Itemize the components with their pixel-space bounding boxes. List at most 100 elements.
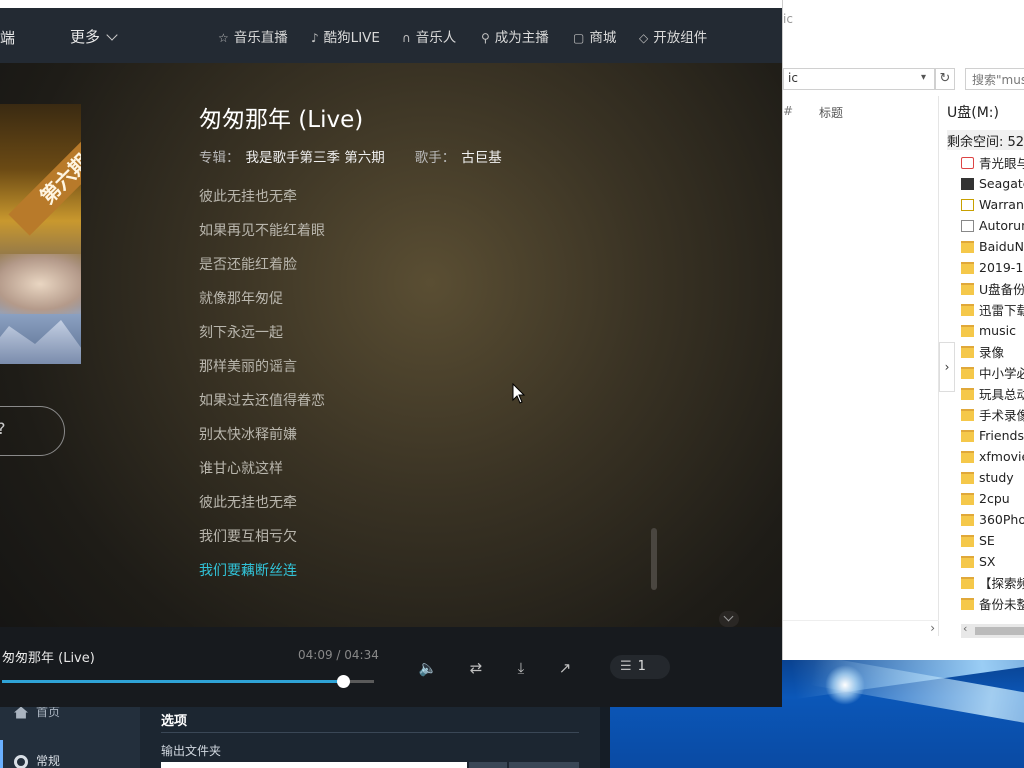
share-icon[interactable]: ↗ bbox=[555, 658, 575, 678]
open-folder-button[interactable] bbox=[509, 762, 579, 768]
lyric-line: 如果过去还值得眷恋 bbox=[199, 393, 325, 409]
list-item[interactable]: 【探索频 bbox=[961, 572, 1024, 593]
list-item[interactable]: 手术录像 bbox=[961, 404, 1024, 425]
volume-icon[interactable]: 🔈 bbox=[418, 658, 438, 678]
nav-item-4[interactable]: ▢ 商城 bbox=[573, 26, 616, 46]
list-item[interactable]: 备份未整 bbox=[961, 593, 1024, 614]
list-item[interactable]: 青光眼与 bbox=[961, 152, 1024, 173]
folder-icon bbox=[961, 471, 974, 484]
folder-icon bbox=[961, 429, 974, 442]
singer-link[interactable]: 古巨基 bbox=[461, 150, 502, 166]
nav-item-0[interactable]: ☆ 音乐直播 bbox=[218, 26, 288, 46]
file-icon bbox=[961, 177, 974, 190]
lyric-line: 如果再见不能红着眼 bbox=[199, 223, 325, 239]
progress-bar[interactable] bbox=[2, 675, 374, 688]
horizontal-scrollbar[interactable]: › bbox=[783, 620, 939, 636]
column-header-number[interactable]: # bbox=[783, 104, 793, 118]
file-icon bbox=[961, 198, 974, 211]
progress-fill bbox=[2, 680, 344, 683]
folder-icon bbox=[961, 282, 974, 295]
sidebar-item-general[interactable]: 常规 bbox=[14, 752, 60, 768]
list-item[interactable]: Warrant bbox=[961, 194, 1024, 215]
background-app-window: 首页 常规 选项 输出文件夹 bbox=[0, 700, 610, 768]
folder-icon bbox=[961, 597, 974, 610]
nav-item-5[interactable]: ◇ 开放组件 bbox=[639, 26, 707, 46]
album-link[interactable]: 我是歌手第三季 第六期 bbox=[246, 150, 385, 166]
refresh-icon[interactable]: ↻ bbox=[935, 68, 955, 90]
song-meta: 专辑： 我是歌手第三季 第六期 歌手： 古巨基 bbox=[199, 146, 502, 166]
lyric-line: 刻下永远一起 bbox=[199, 325, 283, 341]
playlist-icon: ☰ bbox=[620, 659, 632, 674]
nav-pane-scrollbar[interactable]: ‹ bbox=[961, 622, 1024, 638]
file-list-pane bbox=[783, 96, 939, 636]
expand-pane-button[interactable]: › bbox=[939, 342, 955, 392]
repeat-icon[interactable]: ⇄ bbox=[466, 658, 486, 678]
output-folder-label: 输出文件夹 bbox=[161, 744, 222, 758]
now-playing-title: 匆匆那年 (Live) bbox=[2, 651, 95, 666]
list-item[interactable]: music bbox=[961, 320, 1024, 341]
lyric-line: 就像那年匆促 bbox=[199, 291, 283, 307]
nav-item-2[interactable]: ∩ 音乐人 bbox=[402, 26, 456, 46]
shop-icon: ▢ bbox=[573, 31, 585, 45]
lyric-line: 彼此无挂也无牵 bbox=[199, 189, 297, 205]
playlist-queue-button[interactable]: ☰ 1 bbox=[610, 655, 670, 679]
download-icon[interactable]: ⤓ bbox=[511, 658, 531, 678]
list-item[interactable]: 玩具总动 bbox=[961, 383, 1024, 404]
browse-button[interactable] bbox=[469, 762, 507, 768]
folder-icon bbox=[961, 240, 974, 253]
lyric-line: 彼此无挂也无牵 bbox=[199, 495, 297, 511]
list-item[interactable]: Autorun bbox=[961, 215, 1024, 236]
list-item[interactable]: xfmovie bbox=[961, 446, 1024, 467]
collapse-button[interactable] bbox=[719, 611, 739, 627]
lyrics-scrollbar[interactable] bbox=[651, 528, 657, 590]
chevron-right-icon[interactable]: › bbox=[930, 621, 935, 635]
nav-item-3[interactable]: ⚲ 成为主播 bbox=[481, 26, 549, 46]
nav-item-1[interactable]: ♪ 酷狗LIVE bbox=[311, 26, 380, 46]
file-explorer-window: ic ic ▾ ↻ 搜索"music" # 标题 › › U盘(M:) 剩余空间… bbox=[782, 0, 1024, 660]
list-item[interactable]: 2cpu bbox=[961, 488, 1024, 509]
options-heading: 选项 bbox=[161, 714, 188, 729]
playback-time: 04:09 / 04:34 bbox=[298, 648, 379, 662]
output-folder-input[interactable] bbox=[161, 762, 467, 768]
explorer-titlebar[interactable]: ic bbox=[783, 0, 1024, 38]
list-item[interactable]: BaiduNe bbox=[961, 236, 1024, 257]
list-item[interactable]: 2019-12 bbox=[961, 257, 1024, 278]
more-menu[interactable]: 更多 bbox=[70, 26, 118, 47]
list-item[interactable]: 360Phon bbox=[961, 509, 1024, 530]
lyric-line: 那样美丽的谣言 bbox=[199, 359, 297, 375]
bgapp-sidebar: 首页 常规 bbox=[0, 700, 140, 768]
folder-icon bbox=[961, 408, 974, 421]
address-bar[interactable]: ic bbox=[783, 68, 935, 90]
current-lyric-line: 我们要藕断丝连 bbox=[199, 563, 297, 579]
album-cover[interactable]: 第六期 bbox=[0, 104, 81, 364]
album-ribbon-text: 第六期 bbox=[8, 122, 81, 236]
list-item[interactable]: U盘备份 bbox=[961, 278, 1024, 299]
gear-icon bbox=[14, 754, 28, 768]
folder-icon bbox=[961, 492, 974, 505]
list-item[interactable]: SX bbox=[961, 551, 1024, 572]
bgapp-scrollbar[interactable] bbox=[600, 700, 610, 768]
list-item[interactable]: study bbox=[961, 467, 1024, 488]
chevron-left-icon[interactable]: ‹ bbox=[963, 622, 967, 635]
folder-icon bbox=[961, 534, 974, 547]
pill-button[interactable]: ? bbox=[0, 406, 65, 456]
singer-label: 歌手： bbox=[414, 150, 456, 166]
progress-knob[interactable] bbox=[337, 675, 351, 688]
drive-label: U盘(M:) bbox=[947, 105, 999, 121]
list-item[interactable]: 录像 bbox=[961, 341, 1024, 362]
lyric-line: 是否还能红着脸 bbox=[199, 257, 297, 273]
list-item[interactable]: SE bbox=[961, 530, 1024, 551]
search-input[interactable]: 搜索"music" bbox=[965, 68, 1024, 90]
column-header-title[interactable]: 标题 bbox=[819, 104, 843, 121]
chevron-down-icon[interactable]: ▾ bbox=[921, 72, 926, 83]
list-item[interactable]: 中小学必 bbox=[961, 362, 1024, 383]
folder-icon bbox=[961, 261, 974, 274]
nav-fragment[interactable]: 端 bbox=[0, 27, 15, 48]
lyric-line: 谁甘心就这样 bbox=[199, 461, 283, 477]
list-item[interactable]: Friends. bbox=[961, 425, 1024, 446]
list-item[interactable]: Seagate bbox=[961, 173, 1024, 194]
lyrics-panel: 彼此无挂也无牵 如果再见不能红着眼 是否还能红着脸 就像那年匆促 刻下永远一起 那样美丽的… bbox=[199, 186, 325, 594]
mouse-cursor-icon bbox=[512, 383, 526, 404]
lyric-line: 我们要互相亏欠 bbox=[199, 529, 297, 545]
list-item[interactable]: 迅雷下载 bbox=[961, 299, 1024, 320]
